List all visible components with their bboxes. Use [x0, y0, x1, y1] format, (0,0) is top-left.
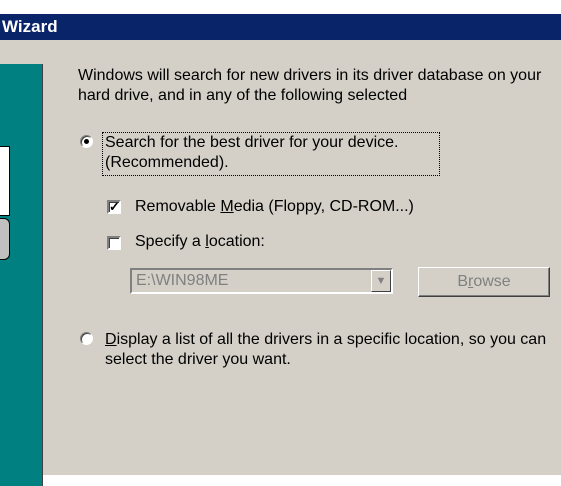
- window-title: Wizard: [2, 17, 58, 36]
- location-value: E:\WIN98ME: [136, 272, 229, 289]
- label-part: ocation:: [208, 233, 265, 250]
- removable-media-checkbox[interactable]: ✓: [107, 200, 121, 214]
- label-part: edia (Floppy, CD-ROM...): [233, 198, 414, 215]
- label-part: owse: [473, 273, 511, 290]
- label-part: Specify a: [135, 233, 206, 250]
- radio-selected-dot: [84, 139, 89, 144]
- dialog-client-area: Windows will search for new drivers in i…: [0, 40, 561, 486]
- banner-graphic-bottom: [0, 218, 10, 260]
- wizard-side-banner: [0, 64, 43, 486]
- removable-media-label[interactable]: Removable Media (Floppy, CD-ROM...): [135, 197, 414, 217]
- search-best-radio[interactable]: [80, 135, 93, 148]
- search-best-label[interactable]: Search for the best driver for your devi…: [105, 133, 435, 173]
- label-part: Removable: [135, 198, 221, 215]
- intro-text: Windows will search for new drivers in i…: [78, 67, 542, 104]
- window-title-bar[interactable]: Wizard: [0, 14, 561, 40]
- browse-button[interactable]: Browse: [418, 267, 550, 297]
- top-strip: [0, 0, 561, 14]
- label-part: B: [457, 273, 468, 290]
- label-mnemonic: M: [220, 198, 234, 215]
- chevron-down-icon[interactable]: ▼: [371, 270, 391, 292]
- display-list-radio[interactable]: [80, 332, 93, 345]
- location-combobox[interactable]: E:\WIN98ME ▼: [130, 268, 393, 294]
- label-mnemonic: D: [105, 331, 117, 348]
- banner-graphic-top: [0, 146, 10, 216]
- specify-location-checkbox[interactable]: [107, 236, 121, 250]
- label-part: isplay a list of all the drivers in a sp…: [105, 331, 547, 368]
- specify-location-label[interactable]: Specify a location:: [135, 232, 265, 252]
- display-list-label[interactable]: Display a list of all the drivers in a s…: [105, 330, 550, 370]
